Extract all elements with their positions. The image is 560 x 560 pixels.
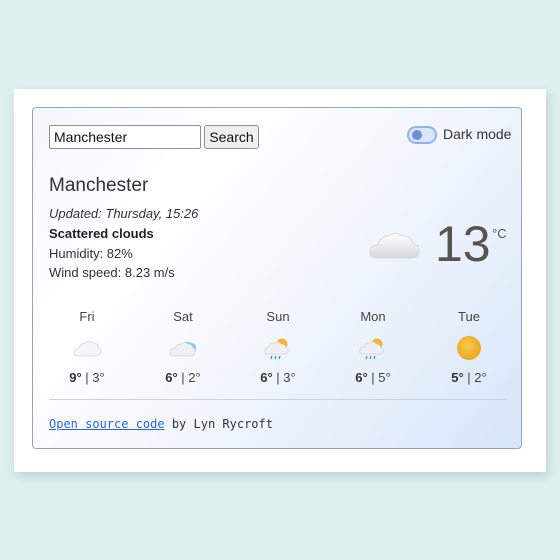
forecast-day-name: Sun [266, 309, 290, 324]
forecast-day: Sun 6° | 3° [238, 308, 318, 385]
page-frame: Search Dark mode Manchester Updated: Thu… [14, 89, 546, 472]
author-credit: by Lyn Rycroft [164, 417, 273, 431]
forecast-low: 2° [474, 370, 487, 385]
source-code-link[interactable]: Open source code [49, 417, 165, 431]
forecast-temps: 6° | 2° [165, 370, 201, 385]
forecast-high: 6° [165, 370, 178, 385]
forecast-temps: 6° | 3° [260, 370, 296, 385]
forecast-row: Fri 9° | 3° Sat 6° | 2° Sun 6° | 3° Mon … [33, 308, 523, 388]
forecast-day: Mon 6° | 5° [333, 308, 413, 385]
forecast-low: 5° [378, 370, 391, 385]
humidity: Humidity: 82% [49, 246, 133, 261]
forecast-low: 3° [92, 370, 105, 385]
city-search-input[interactable] [49, 125, 201, 149]
current-temperature: 13 [435, 216, 491, 272]
forecast-high: 9° [69, 370, 82, 385]
weather-card: Search Dark mode Manchester Updated: Thu… [32, 107, 522, 449]
forecast-high: 5° [451, 370, 464, 385]
forecast-day: Fri 9° | 3° [47, 308, 127, 385]
sun-icon [457, 336, 481, 360]
dark-mode-toggle[interactable] [407, 126, 437, 144]
dark-mode-label: Dark mode [443, 126, 512, 142]
city-name: Manchester [49, 175, 149, 196]
forecast-day-name: Fri [79, 309, 95, 324]
rain-sun-icon [264, 338, 289, 360]
broken-clouds-icon [169, 341, 197, 357]
forecast-day: Sat 6° | 2° [143, 308, 223, 385]
forecast-day: Tue 5° | 2° [429, 308, 509, 385]
cloud-icon [73, 341, 102, 357]
forecast-high: 6° [355, 370, 368, 385]
search-button[interactable]: Search [204, 125, 259, 149]
forecast-low: 2° [188, 370, 201, 385]
forecast-day-name: Tue [458, 309, 480, 324]
footer: Open source code by Lyn Rycroft [49, 417, 273, 431]
forecast-high: 6° [260, 370, 273, 385]
cloud-icon [369, 233, 420, 259]
forecast-low: 3° [283, 370, 296, 385]
rain-sun-icon [359, 338, 384, 360]
updated-time: Updated: Thursday, 15:26 [49, 206, 199, 221]
wind-speed: Wind speed: 8.23 m/s [49, 265, 175, 280]
forecast-day-name: Sat [173, 309, 193, 324]
forecast-temps: 9° | 3° [69, 370, 105, 385]
temperature-unit: °C [492, 226, 507, 241]
forecast-day-name: Mon [360, 309, 386, 324]
divider [49, 399, 507, 400]
toggle-knob [412, 130, 422, 140]
weather-description: Scattered clouds [49, 226, 154, 241]
forecast-temps: 6° | 5° [355, 370, 391, 385]
forecast-temps: 5° | 2° [451, 370, 487, 385]
